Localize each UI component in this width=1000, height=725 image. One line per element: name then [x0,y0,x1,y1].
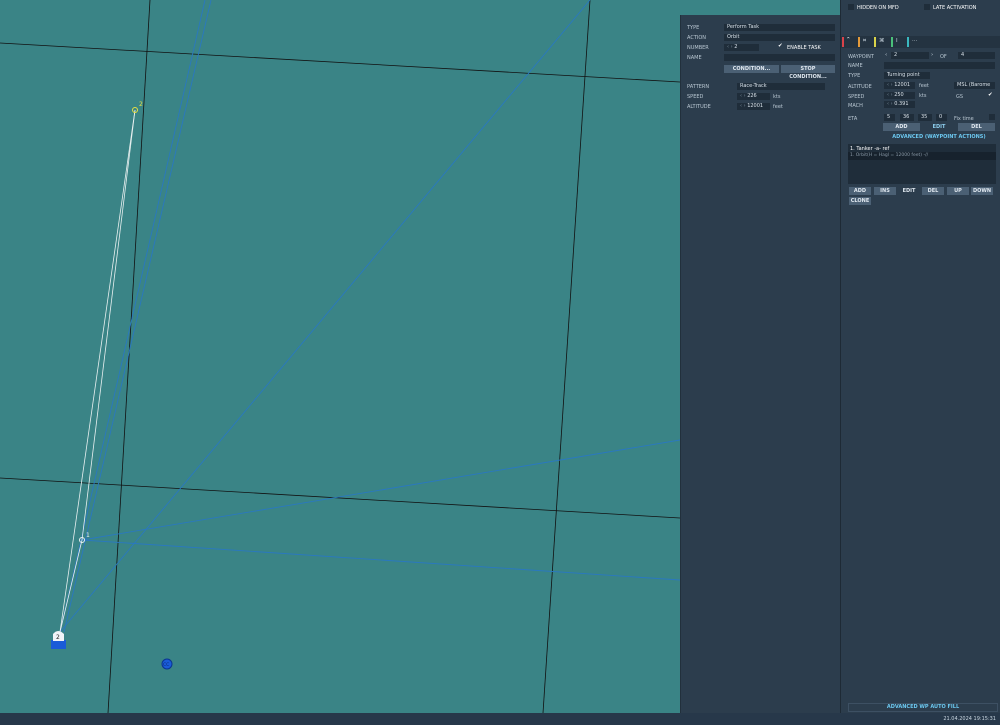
waypoint-name-input[interactable] [884,62,995,69]
mach-stepper[interactable]: ‹ › 0.391 [884,101,915,108]
name-label: NAME [687,55,702,61]
speed-unit: kts [773,94,781,100]
action-add-button[interactable]: ADD [849,187,871,195]
flight-path [59,109,136,633]
speed-unit: kts [919,93,927,99]
condition-button[interactable]: CONDITION... [724,65,779,73]
pattern-select[interactable]: Race-Track [737,83,825,90]
tab-summary-icon[interactable]: I [896,38,898,44]
waypoint-2-label: 2 [139,101,143,108]
altitude-stepper[interactable]: ‹ › 12001 [884,82,915,89]
action-label: ACTION [687,35,707,41]
stop-condition-button[interactable]: STOP CONDITION... [781,65,835,80]
waypoint-select[interactable]: 2 [891,52,929,59]
tab-payload-icon[interactable]: ⌘ [879,38,885,44]
status-bar: 21.04.2024 19:15:31 [0,713,1000,725]
altitude-unit: feet [773,104,783,110]
enable-task-label: ENABLE TASK [787,45,821,51]
type-label: TYPE [848,73,861,79]
gs-checkbox[interactable]: ✔ [988,92,993,98]
advanced-waypoint-actions-header[interactable]: ADVANCED (WAYPOINT ACTIONS) [883,133,995,141]
advanced-wp-auto-fill-button[interactable]: ADVANCED WP AUTO FILL [848,703,998,712]
action-up-button[interactable]: UP [947,187,969,195]
grid-line [0,477,680,519]
late-activation-checkbox[interactable] [924,4,930,10]
action-insert-button[interactable]: INS [874,187,896,195]
fix-time-checkbox[interactable] [989,114,995,120]
next-waypoint-icon[interactable]: › [931,52,933,58]
number-stepper[interactable]: ‹ › 2 [724,44,759,51]
task-panel: TYPE Perform Task ACTION Orbit NUMBER ‹ … [680,15,841,713]
grid-line [107,0,151,713]
route-line [59,0,591,633]
map-view[interactable]: 2 1 2 CC [0,0,680,713]
tab-more-icon[interactable]: ⋯ [912,38,918,44]
actions-list: 1. Tanker -a- ref 1. Orbit(H = Hagl = 12… [848,144,996,184]
enable-task-checkbox[interactable]: ✔ [778,43,783,49]
speed-label: SPEED [687,94,704,100]
speed-label: SPEED [848,94,865,100]
waypoint-1-label: 1 [86,532,90,539]
waypoint-label: WAYPOINT [848,54,874,60]
edit-waypoint-button[interactable]: EDIT [921,123,957,131]
altitude-label: ALTITUDE [687,104,711,110]
action-select[interactable]: Orbit [724,34,835,41]
action-down-button[interactable]: DOWN [971,187,993,195]
tab-waypoint-icon[interactable]: ⌃ [846,37,851,43]
grid-line [0,42,680,83]
type-select[interactable]: Perform Task [724,24,835,31]
altitude-unit: feet [919,83,929,89]
waypoint-type-select[interactable]: Turning point [884,72,930,79]
add-waypoint-button[interactable]: ADD [883,123,920,131]
altitude-stepper[interactable]: ‹ › 12001 [737,103,770,110]
of-label: OF [940,54,947,60]
speed-stepper[interactable]: ‹ › 226 [737,93,770,100]
svg-text:2: 2 [56,634,60,641]
hidden-on-mfd-checkbox[interactable] [848,4,854,10]
name-input[interactable] [724,54,835,61]
speed-stepper[interactable]: ‹ › 250 [884,92,915,99]
eta-seconds[interactable]: 35 [918,114,932,121]
eta-days[interactable]: 0 [936,114,947,121]
number-label: NUMBER [687,45,709,51]
hidden-on-mfd-label: HIDDEN ON MFD [857,5,899,11]
eta-minutes[interactable]: 36 [900,114,914,121]
prev-waypoint-icon[interactable]: ‹ [885,52,887,58]
altitude-ref-select[interactable]: MSL (Barome [954,82,995,89]
eta-hours[interactable]: 5 [884,114,895,121]
pattern-label: PATTERN [687,84,710,90]
waypoint-count: 4 [958,52,995,59]
name-label: NAME [848,63,863,69]
datetime: 21.04.2024 19:15:31 [943,716,996,722]
altitude-label: ALTITUDE [848,84,872,90]
action-delete-button[interactable]: DEL [922,187,944,195]
tab-bar: ⌃ ⌗ ⌘ I ⋯ [841,36,1000,48]
unit-marker-label: CC [163,662,169,668]
waypoint-panel: HIDDEN ON MFD LATE ACTIVATION ⌃ ⌗ ⌘ I ⋯ … [840,0,1000,713]
type-label: TYPE [687,25,700,31]
fix-time-label: Fix time [954,116,974,122]
tab-triggers-icon[interactable]: ⌗ [863,38,866,45]
aircraft-unit-icon[interactable]: 2 [51,631,66,649]
action-item-selected[interactable]: 1. Orbit(H = Hagl = 12000 feet) -// [848,152,996,160]
grid-line [542,0,591,713]
late-activation-label: LATE ACTIVATION [933,5,977,11]
flight-path [81,109,136,541]
action-clone-button[interactable]: CLONE [849,197,871,205]
mach-label: MACH [848,103,863,109]
eta-label: ETA [848,116,858,122]
route-line [81,539,680,581]
route-line [81,439,680,541]
delete-waypoint-button[interactable]: DEL [958,123,995,131]
action-edit-button[interactable]: EDIT [898,187,920,195]
gs-label: GS [956,94,964,100]
